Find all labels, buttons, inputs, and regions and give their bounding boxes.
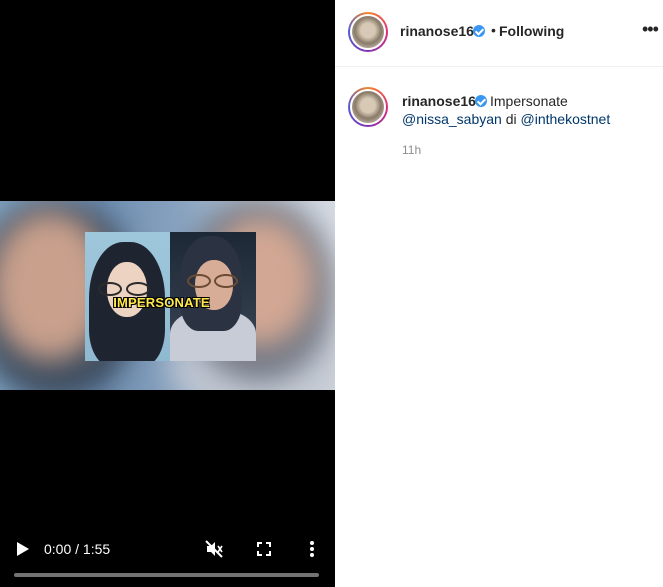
avatar[interactable]	[348, 12, 388, 52]
glasses-shape	[98, 282, 122, 296]
caption-mentions: @nissa_sabyan di @inthekostnet	[402, 111, 610, 127]
avatar[interactable]	[348, 87, 388, 127]
play-icon[interactable]	[16, 541, 30, 557]
caption-text: Impersonate	[490, 93, 568, 109]
video-progress-bar[interactable]	[14, 573, 319, 577]
video-player[interactable]: IMPERSONATE 0:00 / 1:55	[0, 0, 335, 587]
caption-username[interactable]: rinanose16	[402, 93, 476, 109]
glasses-shape	[214, 274, 238, 288]
video-time-display: 0:00 / 1:55	[44, 541, 111, 557]
mention-link[interactable]: @nissa_sabyan	[402, 111, 502, 127]
post-timestamp[interactable]: 11h	[402, 143, 421, 157]
following-button[interactable]: Following	[499, 23, 564, 39]
fullscreen-icon[interactable]	[254, 539, 274, 559]
caption-connector: di	[501, 111, 521, 127]
glasses-shape	[126, 282, 150, 296]
avatar-image	[350, 14, 386, 50]
more-vertical-icon[interactable]	[302, 539, 322, 559]
avatar-image	[350, 89, 386, 125]
verified-badge-icon	[473, 25, 485, 37]
video-overlay-caption-text: IMPERSONATE	[113, 295, 210, 310]
video-overlay-caption: IMPERSONATE	[0, 295, 335, 310]
video-frame[interactable]: IMPERSONATE	[0, 201, 335, 390]
verified-badge-icon	[475, 95, 487, 107]
header-username[interactable]: rinanose16	[400, 23, 474, 39]
post-header: rinanose16 • Following •••	[335, 0, 663, 67]
post-side-panel: rinanose16 • Following ••• rinanose16 Im…	[335, 0, 663, 587]
mention-link[interactable]: @inthekostnet	[521, 111, 611, 127]
volume-muted-icon[interactable]	[204, 539, 224, 559]
more-horizontal-icon[interactable]: •••	[642, 20, 660, 40]
video-controls: 0:00 / 1:55	[0, 530, 335, 587]
glasses-shape	[187, 274, 211, 288]
header-separator: •	[491, 22, 496, 38]
